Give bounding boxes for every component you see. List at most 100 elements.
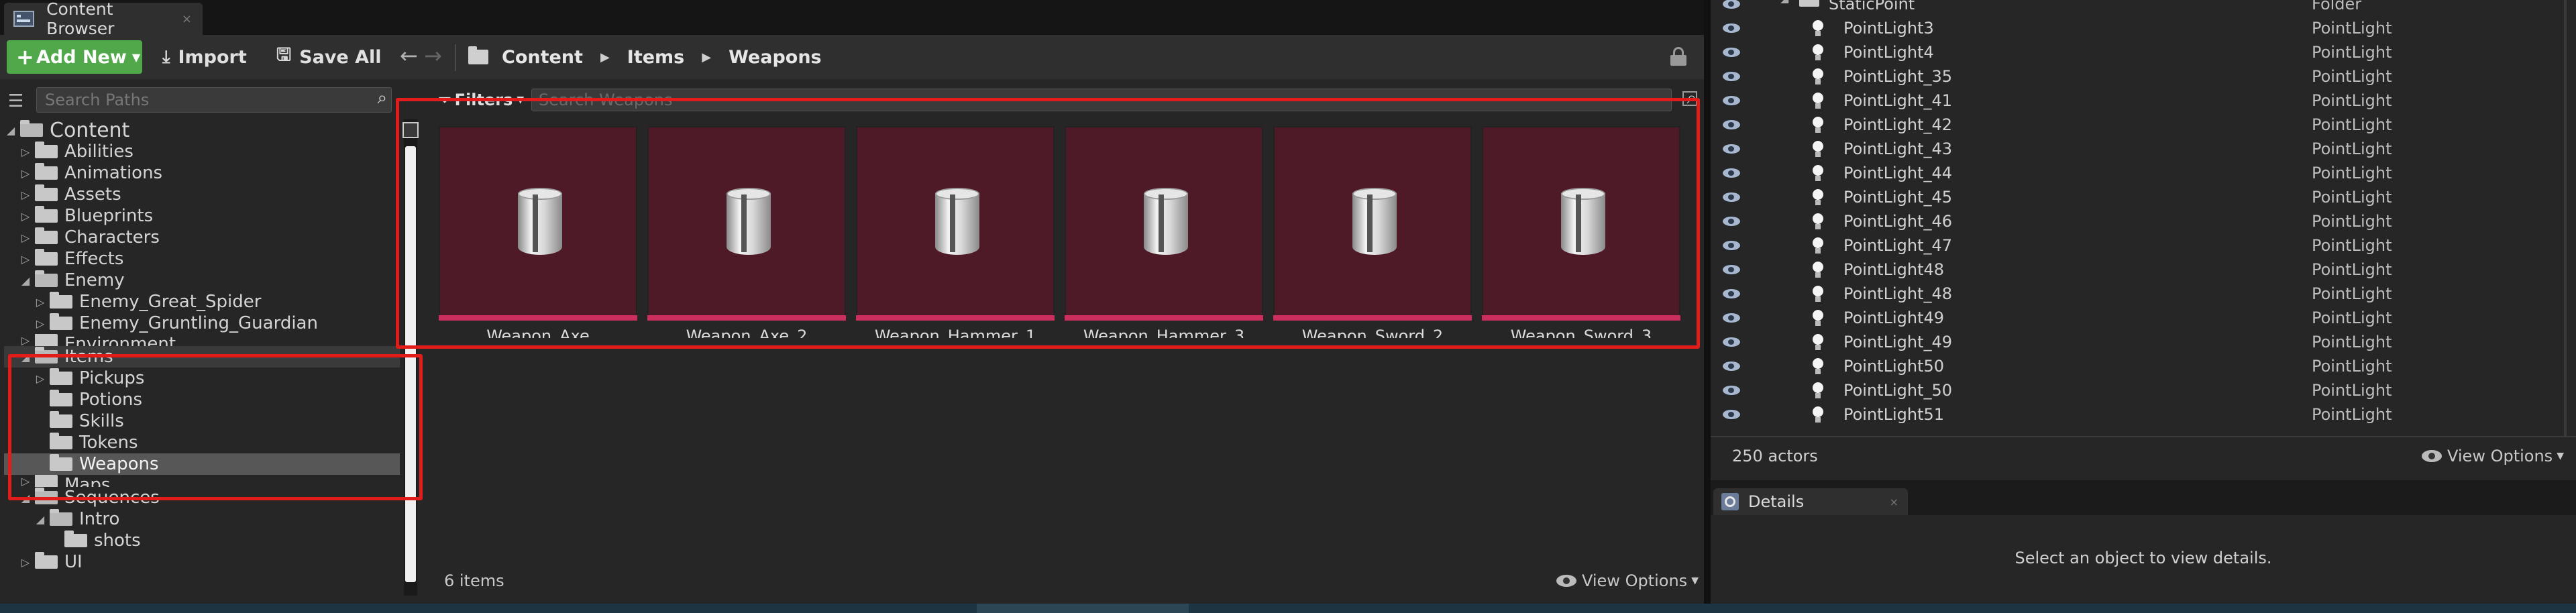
visibility-eye-icon[interactable] <box>1723 265 1740 274</box>
expand-arrow-icon[interactable]: ▷ <box>19 231 32 244</box>
outliner-row[interactable]: PointLight50 PointLight <box>1711 354 2576 378</box>
expand-arrow-icon[interactable]: ▷ <box>34 317 47 330</box>
breadcrumb-arrow-icon[interactable]: ▶ <box>600 50 610 64</box>
tab-content-browser[interactable]: Content Browser × <box>4 0 203 38</box>
outliner-row[interactable]: PointLight_41 PointLight <box>1711 89 2576 113</box>
asset-tile[interactable]: Weapon_Hammer_1 <box>856 126 1055 338</box>
outliner-row[interactable]: PointLight_48 PointLight <box>1711 282 2576 306</box>
import-button[interactable]: ⤓ Import <box>162 42 247 72</box>
breadcrumb-arrow-icon[interactable]: ▶ <box>702 50 711 64</box>
outliner-row[interactable]: PointLight_50 PointLight <box>1711 378 2576 402</box>
expand-arrow-icon[interactable]: ▷ <box>19 188 32 201</box>
tree-item[interactable]: ◢ Sequences <box>4 487 400 508</box>
lock-icon[interactable] <box>1670 47 1688 66</box>
view-options-button[interactable]: View Options ▼ <box>1556 571 1699 590</box>
visibility-eye-icon[interactable] <box>1723 410 1740 419</box>
scrollbar[interactable] <box>402 119 419 596</box>
tree-item[interactable]: Tokens <box>4 432 400 453</box>
visibility-eye-icon[interactable] <box>1723 337 1740 347</box>
visibility-eye-icon[interactable] <box>1723 289 1740 298</box>
sources-menu-icon[interactable] <box>402 122 419 138</box>
expand-arrow-icon[interactable]: ▷ <box>19 556 32 569</box>
asset-tile[interactable]: Weapon_Sword_3 <box>1482 126 1680 338</box>
tree-item[interactable]: ▷ Pickups <box>4 368 400 389</box>
visibility-eye-icon[interactable] <box>1723 72 1740 81</box>
breadcrumb-content[interactable]: Content <box>502 47 583 68</box>
visibility-eye-icon[interactable] <box>1723 144 1740 154</box>
tree-item[interactable]: ▷ Assets <box>4 184 400 205</box>
tree-item[interactable]: Skills <box>4 410 400 432</box>
scrollbar[interactable] <box>2564 0 2567 436</box>
outliner-row[interactable]: PointLight_47 PointLight <box>1711 233 2576 258</box>
breadcrumb-items[interactable]: Items <box>627 47 684 68</box>
tree-item[interactable]: ▷ Characters <box>4 227 400 248</box>
visibility-eye-icon[interactable] <box>1723 361 1740 371</box>
sources-toggle-icon[interactable]: ☰ <box>8 91 23 111</box>
tree-item[interactable]: Potions <box>4 389 400 410</box>
tree-item[interactable]: ▷ Abilities <box>4 141 400 162</box>
expand-arrow-icon[interactable]: ▷ <box>34 296 47 309</box>
tab-details[interactable]: Details × <box>1713 488 1908 515</box>
outliner-row[interactable]: PointLight49 PointLight <box>1711 306 2576 330</box>
visibility-eye-icon[interactable] <box>1723 168 1740 178</box>
tree-item[interactable]: ▷ UI <box>4 551 400 573</box>
visibility-eye-icon[interactable] <box>1723 241 1740 250</box>
outliner-view-options-button[interactable]: View Options ▼ <box>2422 447 2564 465</box>
view-settings-icon[interactable] <box>1682 91 1697 106</box>
asset-tile[interactable]: Weapon_Axe <box>439 126 637 338</box>
expand-arrow-icon[interactable]: ▷ <box>19 146 32 158</box>
outliner-row[interactable]: PointLight_42 PointLight <box>1711 113 2576 137</box>
collapse-arrow-icon[interactable]: ◢ <box>19 492 32 504</box>
visibility-eye-icon[interactable] <box>1723 386 1740 395</box>
tree-item[interactable]: Weapons <box>4 453 400 475</box>
outliner-row[interactable]: PointLight3 PointLight <box>1711 16 2576 40</box>
expand-arrow-icon[interactable]: ▷ <box>19 167 32 180</box>
outliner-row[interactable]: PointLight_44 PointLight <box>1711 161 2576 185</box>
tree-item[interactable]: ◢ Enemy <box>4 270 400 291</box>
close-icon[interactable]: × <box>1890 496 1898 508</box>
expand-arrow-icon[interactable]: ▷ <box>34 372 47 385</box>
tree-item[interactable]: ▷ Enemy_Gruntling_Guardian <box>4 313 400 334</box>
tree-item[interactable]: ◢ Intro <box>4 508 400 530</box>
visibility-eye-icon[interactable] <box>1723 217 1740 226</box>
visibility-eye-icon[interactable] <box>1723 23 1740 33</box>
tree-item[interactable]: ▷ Animations <box>4 162 400 184</box>
outliner-row[interactable]: PointLight4 PointLight <box>1711 40 2576 64</box>
expand-arrow-icon[interactable]: ▷ <box>19 210 32 223</box>
outliner-row[interactable]: PointLight_49 PointLight <box>1711 330 2576 354</box>
close-icon[interactable]: × <box>182 12 192 26</box>
tree-item[interactable]: ▷ Enemy_Great_Spider <box>4 291 400 313</box>
outliner-row[interactable]: PointLight_46 PointLight <box>1711 209 2576 233</box>
outliner-row[interactable]: PointLight_43 PointLight <box>1711 137 2576 161</box>
back-arrow-icon[interactable]: ← <box>400 43 418 68</box>
collapse-arrow-icon[interactable]: ◢ <box>4 124 17 137</box>
outliner-row[interactable]: PointLight_35 PointLight <box>1711 64 2576 89</box>
outliner-row[interactable]: PointLight_45 PointLight <box>1711 185 2576 209</box>
expand-arrow-icon[interactable]: ▷ <box>19 253 32 266</box>
asset-tile[interactable]: Weapon_Axe_2 <box>647 126 846 338</box>
panel-splitter[interactable] <box>1704 0 1711 604</box>
filters-button[interactable]: ⏷ Filters ▼ <box>439 89 524 111</box>
asset-tile[interactable]: Weapon_Sword_2 <box>1273 126 1472 338</box>
search-paths-input[interactable]: Search Paths ⌕ <box>36 87 392 113</box>
collapse-arrow-icon[interactable]: ◢ <box>19 274 32 287</box>
tree-item[interactable]: ◢ Items <box>4 346 400 368</box>
add-new-button[interactable]: + Add New ▼ <box>7 40 142 74</box>
outliner-row[interactable]: PointLight48 PointLight <box>1711 258 2576 282</box>
tree-item[interactable]: ▷ Blueprints <box>4 205 400 227</box>
forward-arrow-icon[interactable]: → <box>424 43 442 68</box>
visibility-eye-icon[interactable] <box>1723 48 1740 57</box>
taskbar-item[interactable] <box>977 604 1189 613</box>
search-assets-input[interactable]: Search Weapons ⌕ <box>531 88 1697 111</box>
visibility-eye-icon[interactable] <box>1723 0 1740 9</box>
tree-item[interactable]: ▷ Maps <box>4 475 400 487</box>
collapse-arrow-icon[interactable]: ◢ <box>19 351 32 364</box>
outliner-folder-row[interactable]: ◢ StaticPoint Folder <box>1711 0 2576 16</box>
breadcrumb-weapons[interactable]: Weapons <box>729 47 822 68</box>
tree-item[interactable]: shots <box>4 530 400 551</box>
expand-arrow-icon[interactable]: ▷ <box>19 334 32 346</box>
save-all-button[interactable]: 🖫 Save All <box>276 42 382 72</box>
expand-arrow-icon[interactable]: ◢ <box>1780 0 1788 5</box>
asset-tile[interactable]: Weapon_Hammer_3 <box>1065 126 1263 338</box>
outliner-row[interactable]: PointLight51 PointLight <box>1711 402 2576 427</box>
